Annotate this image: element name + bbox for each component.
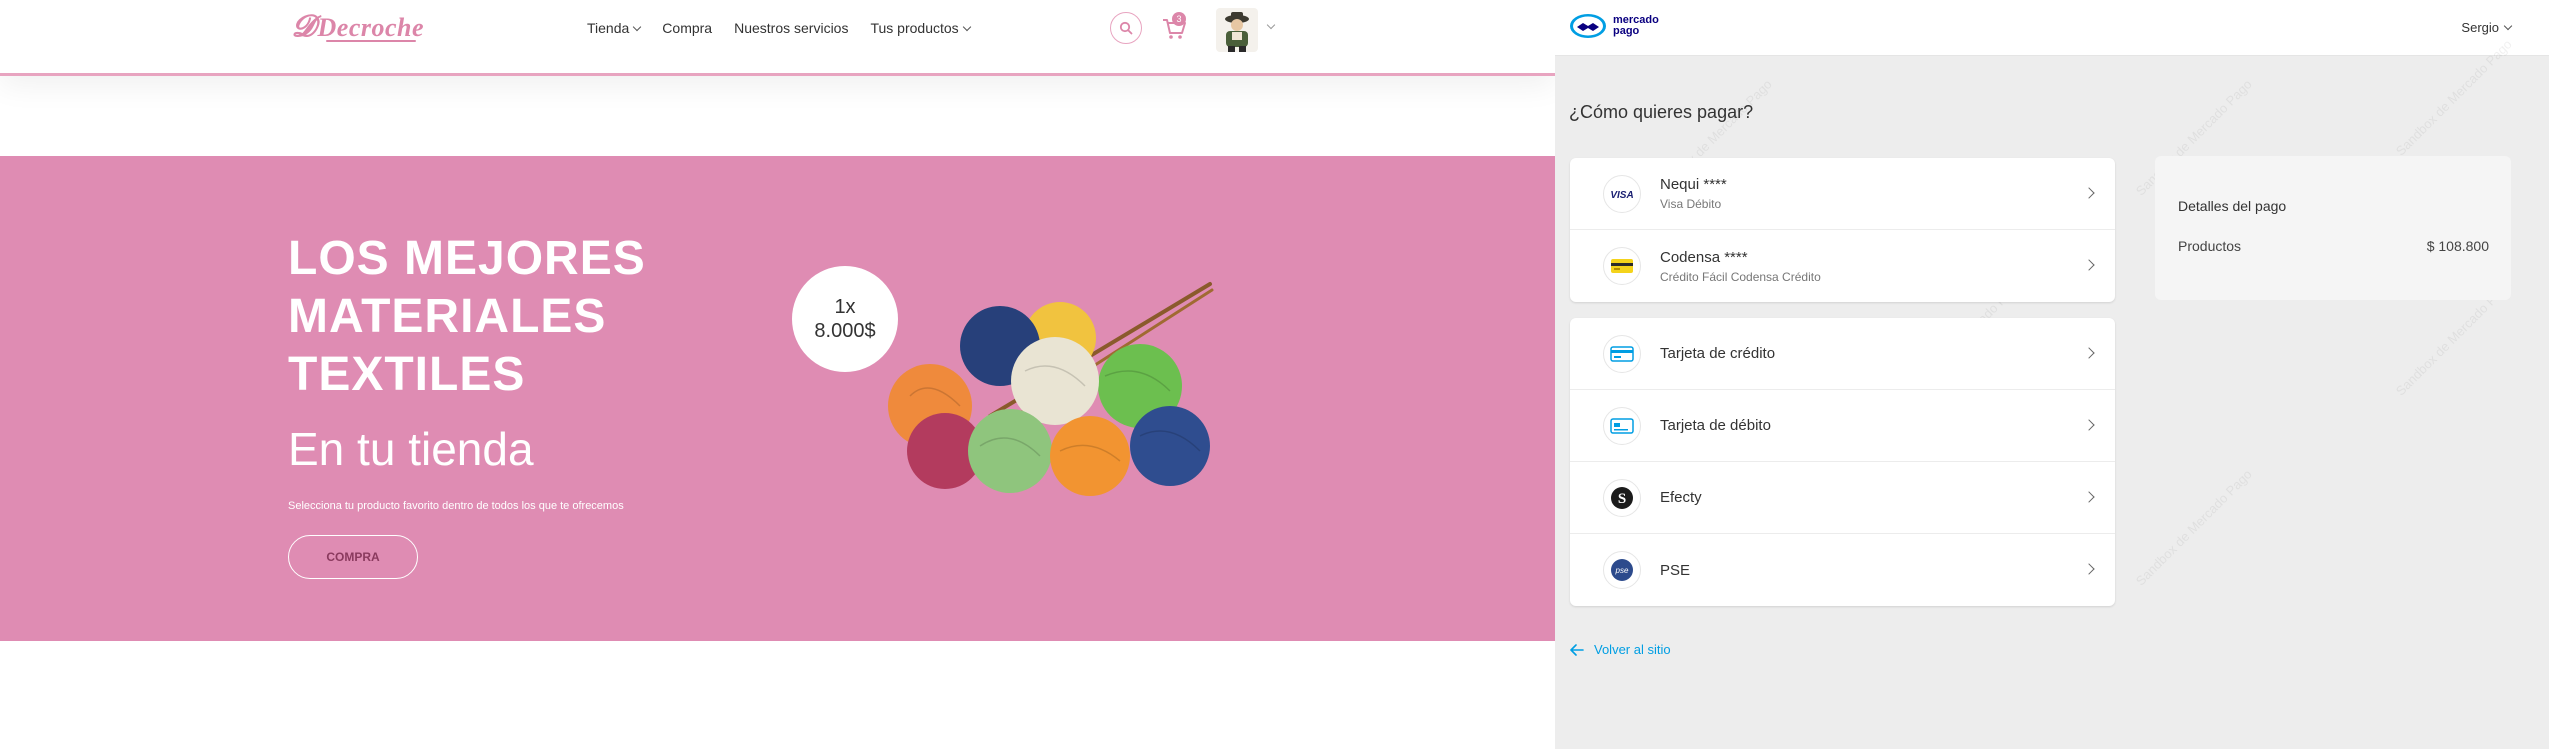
chevron-right-icon [2083,491,2095,503]
method-title: Codensa **** [1660,248,1748,266]
nav-compra-label: Compra [662,20,713,36]
chevron-down-icon [633,22,642,31]
method-title: Nequi **** [1660,176,1727,193]
hero-buy-button[interactable]: COMPRA [288,535,418,579]
handshake-icon [1570,14,1606,38]
method-title: PSE [1660,561,1691,579]
user-menu[interactable]: Sergio [2461,20,2513,35]
codensa-card-icon [1603,247,1641,285]
hero-description: Selecciona tu producto favorito dentro d… [288,500,624,512]
cart-count-badge: 3 [1172,12,1186,26]
chevron-right-icon [2083,419,2095,431]
main-nav: Tienda Compra Nuestros servicios Tus pro… [587,20,971,36]
hero-banner: LOS MEJORES MATERIALES TEXTILES En tu ti… [0,156,1555,641]
details-title: Detalles del pago [2178,198,2287,214]
chevron-down-icon[interactable] [1266,20,1276,30]
pse-icon: pse [1603,551,1641,589]
saved-methods-group: VISA Nequi **** Visa Débito Codensa ****… [1570,158,2115,302]
efecty-icon: S [1603,478,1641,517]
nav-servicios-label: Nuestros servicios [734,20,849,36]
chevron-right-icon [2083,187,2095,199]
method-credit-card[interactable]: Tarjeta de crédito [1570,318,2115,390]
debit-card-icon [1603,406,1641,445]
mercado-pago-logo: mercado pago [1569,13,1659,39]
method-efecty[interactable]: S Efecty [1570,462,2115,534]
sandbox-watermark: Sandbox de Mercado Pago [2132,466,2255,589]
nav-productos-label: Tus productos [870,20,959,36]
back-to-site-link[interactable]: Volver al sitio [1570,642,1671,657]
products-total: $ 108.800 [2426,238,2489,254]
logo-underline [326,40,416,42]
search-icon [1119,21,1133,35]
method-title: Efecty [1660,489,1702,506]
svg-text:S: S [1618,491,1626,507]
checkout-header: mercado pago Sergio [1555,0,2549,56]
payment-details-card: Detalles del pago Productos $ 108.800 [2155,156,2511,300]
method-subtitle: Crédito Fácil Codensa Crédito [1660,269,1821,284]
chevron-right-icon [2083,563,2095,575]
logo[interactable]: 𝓓Decroche [292,10,424,44]
nav-tienda[interactable]: Tienda [587,20,642,36]
avatar[interactable] [1216,8,1258,52]
chevron-right-icon [2083,259,2095,271]
method-codensa[interactable]: Codensa **** Crédito Fácil Codensa Crédi… [1570,230,2115,302]
method-subtitle: Visa Débito [1660,197,1722,211]
credit-card-icon [1603,334,1641,373]
nav-compra[interactable]: Compra [662,20,712,36]
chevron-down-icon [2503,21,2513,31]
nav-servicios[interactable]: Nuestros servicios [734,20,848,36]
payment-question: ¿Cómo quieres pagar? [1569,102,1754,122]
products-label: Productos [2178,238,2242,254]
yarn-balls-image [888,282,1214,496]
method-debit-card[interactable]: Tarjeta de débito [1570,390,2115,462]
hero-title: LOS MEJORES MATERIALES TEXTILES [288,232,646,401]
checkout-panel: mercado pago Sergio Sandbox de Mercado P… [1555,0,2549,749]
brand-line-2: pago [1613,25,1640,37]
back-link-label: Volver al sitio [1594,642,1671,657]
arrow-left-icon [1570,643,1584,656]
svg-text:pse: pse [1615,566,1629,575]
logo-text: Decroche [317,13,425,42]
svg-text:VISA: VISA [1610,190,1633,200]
nav-productos[interactable]: Tus productos [870,20,971,36]
visa-icon: VISA [1603,174,1641,213]
payment-methods-group: Tarjeta de crédito Tarjeta de débito S E… [1570,318,2115,606]
user-avatar-icon [1216,8,1258,52]
method-pse[interactable]: pse PSE [1570,534,2115,606]
chevron-down-icon [962,22,971,31]
user-name: Sergio [2461,20,2499,35]
logo-mark-icon: 𝓓 [292,10,316,43]
method-nequi[interactable]: VISA Nequi **** Visa Débito [1570,158,2115,230]
method-title: Tarjeta de crédito [1660,345,1776,362]
search-button[interactable] [1110,12,1142,44]
hero-subtitle: En tu tienda [288,423,534,475]
chevron-right-icon [2083,347,2095,359]
site-header: 𝓓Decroche Tienda Compra Nuestros servici… [0,0,1555,76]
method-title: Tarjeta de débito [1660,417,1771,434]
store-page: 𝓓Decroche Tienda Compra Nuestros servici… [0,0,1555,749]
nav-tienda-label: Tienda [587,20,630,36]
